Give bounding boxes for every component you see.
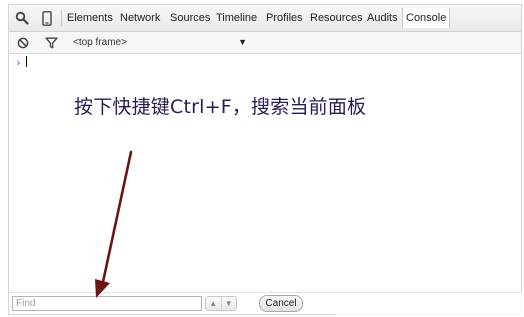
frame-selector-value: <top frame> [73, 37, 127, 48]
tab-network[interactable]: Network [120, 11, 160, 25]
device-icon[interactable] [38, 9, 56, 27]
tab-elements[interactable]: Elements [67, 11, 113, 25]
tab-sources[interactable]: Sources [170, 11, 210, 25]
devtools-tab-bar: Elements Network Sources Timeline Profil… [9, 5, 521, 32]
dropdown-arrow-icon: ▼ [238, 37, 247, 47]
magnifier-icon[interactable] [13, 9, 31, 27]
tab-profiles[interactable]: Profiles [266, 11, 303, 25]
toolbar-divider [61, 10, 62, 26]
filter-icon[interactable] [42, 34, 60, 51]
annotation-text: 按下快捷键Ctrl+F，搜索当前面板 [74, 96, 367, 118]
console-input[interactable]: › [15, 56, 27, 70]
find-input[interactable] [12, 296, 202, 311]
devtools-window: Elements Network Sources Timeline Profil… [8, 4, 522, 315]
find-nav-buttons: ▲ ▼ [205, 296, 237, 311]
find-bar: ▲ ▼ Cancel [9, 292, 521, 314]
find-previous-button[interactable]: ▲ [206, 297, 221, 310]
cancel-button[interactable]: Cancel [259, 295, 303, 312]
frame-selector[interactable]: <top frame> ▼ [73, 35, 247, 50]
text-caret [25, 56, 27, 67]
clear-console-icon[interactable] [14, 34, 32, 51]
tab-timeline[interactable]: Timeline [216, 11, 257, 25]
tab-audits[interactable]: Audits [367, 11, 398, 25]
tab-console[interactable]: Console [402, 8, 451, 28]
console-toolbar: <top frame> ▼ [9, 32, 521, 54]
tab-resources[interactable]: Resources [310, 11, 363, 25]
find-next-button[interactable]: ▼ [220, 297, 237, 310]
console-prompt-icon: › [15, 56, 22, 69]
